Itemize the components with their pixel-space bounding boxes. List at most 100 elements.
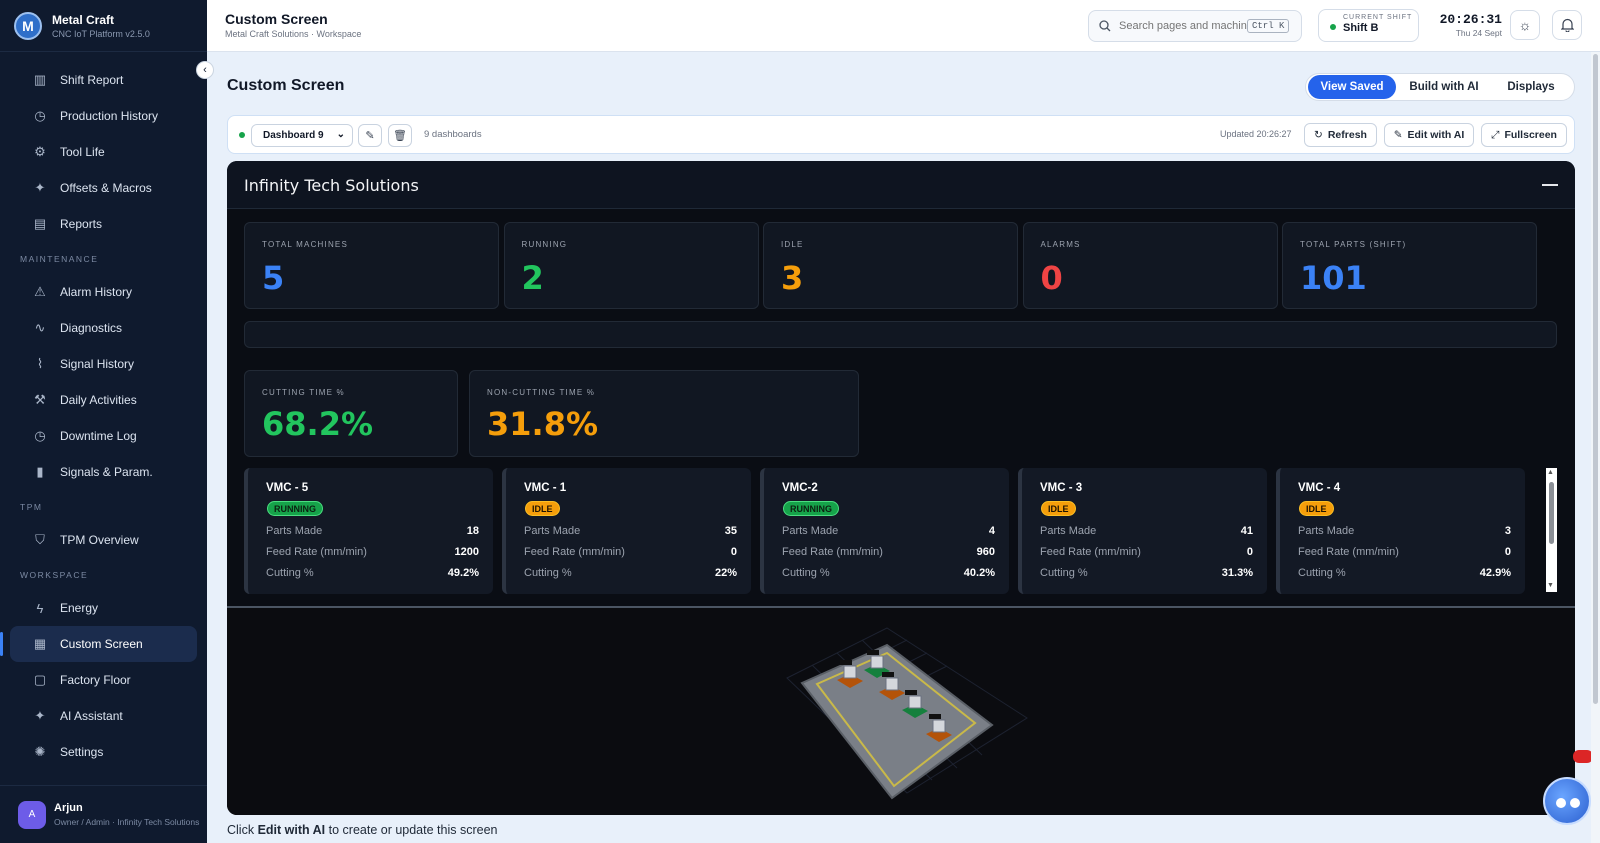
machine-name: VMC - 1 [524, 482, 567, 494]
shift-label: CURRENT SHIFT [1343, 14, 1413, 21]
metric-label: Feed Rate (mm/min) [782, 546, 883, 558]
refresh-button[interactable]: ↻ Refresh [1304, 123, 1377, 147]
brand[interactable]: M Metal Craft CNC IoT Platform v2.5.0 [0, 0, 207, 52]
machine-metric-row: Cutting % 49.2% [266, 567, 479, 579]
delete-dashboard-button[interactable]: 🗑 [388, 124, 412, 147]
tab-view-saved[interactable]: View Saved [1308, 75, 1396, 99]
brand-name: Metal Craft [52, 12, 115, 27]
machine-metric-row: Feed Rate (mm/min) 0 [1298, 546, 1511, 558]
page-scrollbar-thumb[interactable] [1593, 54, 1598, 704]
machine-card[interactable]: VMC-2 RUNNING Parts Made 4 Feed Rate (mm/min… [760, 468, 1009, 594]
notifications-button[interactable] [1552, 10, 1582, 40]
sidebar-item-tool-life[interactable]: ⚙ Tool Life [10, 134, 197, 170]
sidebar-collapse-button[interactable]: ‹ [196, 61, 214, 79]
trash-icon: 🗑 [393, 130, 407, 142]
cutting-time-label: CUTTING TIME % [262, 388, 345, 397]
scrollbar-thumb[interactable] [1549, 482, 1554, 544]
topbar-title: Custom Screen [225, 11, 328, 27]
sidebar-item-daily-activities[interactable]: ⚒ Daily Activities [10, 382, 197, 418]
bell-icon [1560, 18, 1574, 32]
machine-cards-scrollbar[interactable]: ▲ ▼ [1546, 468, 1557, 592]
sidebar-item-alarm-history[interactable]: ⚠ Alarm History [10, 274, 197, 310]
metric-value: 40.2% [963, 567, 995, 579]
user-name: Arjun [54, 802, 83, 814]
sidebar-item-shift-report[interactable]: ▥ Shift Report [10, 62, 197, 98]
topbar: Custom Screen Metal Craft Solutions · Wo… [207, 0, 1600, 52]
document-icon: ▤ [33, 216, 47, 231]
metric-label: Feed Rate (mm/min) [1040, 546, 1141, 558]
sidebar-item-label: Signal History [60, 357, 135, 371]
scroll-down-icon[interactable]: ▼ [1547, 582, 1554, 589]
sidebar-item-label: Reports [60, 217, 103, 231]
machine-card[interactable]: VMC - 3 IDLE Parts Made 41 Feed Rate (mm/min… [1018, 468, 1267, 594]
nav-section-title: MAINTENANCE [20, 254, 99, 264]
floor-machine-body [908, 695, 922, 709]
sidebar-item-energy[interactable]: ϟ Energy [10, 590, 197, 626]
sidebar-item-ai-assistant[interactable]: ✦ AI Assistant [10, 698, 197, 734]
kpi-label: ALARMS [1040, 240, 1081, 249]
machine-name: VMC - 5 [266, 482, 309, 494]
sidebar-item-downtime-log[interactable]: ◷ Downtime Log [10, 418, 197, 454]
tab-build-with-ai[interactable]: Build with AI [1396, 75, 1492, 99]
search-shortcut: Ctrl K [1247, 19, 1290, 33]
status-badge: RUNNING [267, 501, 323, 516]
kpi-value: 5 [262, 259, 285, 297]
rename-dashboard-button[interactable]: ✎ [358, 124, 382, 147]
metric-value: 31.3% [1221, 567, 1253, 579]
signal-icon: ⌇ [36, 356, 44, 371]
machine-card[interactable]: VMC - 5 RUNNING Parts Made 18 Feed Rate (mm/… [244, 468, 493, 594]
factory-floor-3d-view[interactable] [227, 608, 1575, 815]
machine-card[interactable]: VMC - 4 IDLE Parts Made 3 Feed Rate (mm/min)… [1276, 468, 1525, 594]
sidebar-item-label: Downtime Log [60, 429, 137, 443]
search-box[interactable]: Ctrl K [1088, 10, 1302, 42]
current-shift: CURRENT SHIFT Shift B [1318, 9, 1419, 42]
edit-with-ai-button[interactable]: ✎ Edit with AI [1384, 123, 1474, 147]
sidebar-item-label: Settings [60, 745, 104, 759]
floor-machine-tag [840, 660, 852, 665]
clock: 20:26:31 Thu 24 Sept [1432, 12, 1502, 38]
hint-bold: Edit with AI [257, 823, 326, 837]
floor-machine-body [870, 655, 884, 669]
floor-machine-body [843, 665, 857, 679]
sidebar-item-custom-screen[interactable]: ▦ Custom Screen [0, 626, 197, 662]
live-status-dot [239, 132, 245, 138]
chevron-left-icon: ‹ [203, 64, 207, 76]
sidebar-item-tpm-overview[interactable]: ⛉ TPM Overview [10, 522, 197, 558]
sidebar-item-diagnostics[interactable]: ∿ Diagnostics [10, 310, 197, 346]
cutting-time-value: 31.8% [487, 405, 599, 443]
sidebar-item-reports[interactable]: ▤ Reports [10, 206, 197, 242]
scroll-up-icon[interactable]: ▲ [1547, 469, 1554, 476]
metric-value: 3 [1504, 525, 1511, 537]
factory-floor-scene[interactable] [227, 608, 1575, 815]
sidebar-item-settings[interactable]: ✺ Settings [10, 734, 197, 770]
metric-label: Feed Rate (mm/min) [1298, 546, 1399, 558]
edit-hint: Click Edit with AI to create or update t… [227, 823, 497, 837]
sidebar-item-signal-history[interactable]: ⌇ Signal History [10, 346, 197, 382]
machine-metric-row: Cutting % 42.9% [1298, 567, 1511, 579]
sidebar-item-label: Daily Activities [60, 393, 137, 407]
machine-metric-row: Feed Rate (mm/min) 0 [1040, 546, 1253, 558]
kpi-label: RUNNING [521, 240, 568, 249]
search-input[interactable] [1119, 20, 1247, 32]
metric-value: 4 [988, 525, 995, 537]
sidebar-item-factory-floor[interactable]: ▢ Factory Floor [10, 662, 197, 698]
metric-value: 0 [1504, 546, 1511, 558]
page-scrollbar[interactable] [1591, 52, 1600, 843]
status-badge: IDLE [1041, 501, 1076, 516]
fullscreen-button[interactable]: ⤢ Fullscreen [1481, 123, 1567, 147]
theme-toggle-button[interactable]: ☼ [1510, 10, 1540, 40]
dashboard-toolbar: Dashboard 9 ⌄ ✎ 🗑 9 dashboards Updated 2… [227, 115, 1575, 154]
tab-displays[interactable]: Displays [1492, 75, 1570, 99]
metric-value: 22% [714, 567, 737, 579]
sidebar-item-signals-param[interactable]: ▮ Signals & Param. [10, 454, 197, 490]
user-profile[interactable]: A Arjun Owner / Admin · Infinity Tech So… [0, 785, 207, 843]
dashboard-select[interactable]: Dashboard 9 ⌄ [251, 124, 353, 147]
ai-assistant-button[interactable] [1543, 777, 1591, 825]
sidebar-item-offsets-macros[interactable]: ✦ Offsets & Macros [10, 170, 197, 206]
minimize-icon[interactable] [1542, 184, 1558, 186]
floor-machine-tag [929, 714, 941, 719]
machine-card[interactable]: VMC - 1 IDLE Parts Made 35 Feed Rate (mm/min… [502, 468, 751, 594]
empty-widget [244, 321, 1557, 348]
sidebar-item-production-history[interactable]: ◷ Production History [10, 98, 197, 134]
sparkle-icon: ✦ [34, 180, 46, 195]
